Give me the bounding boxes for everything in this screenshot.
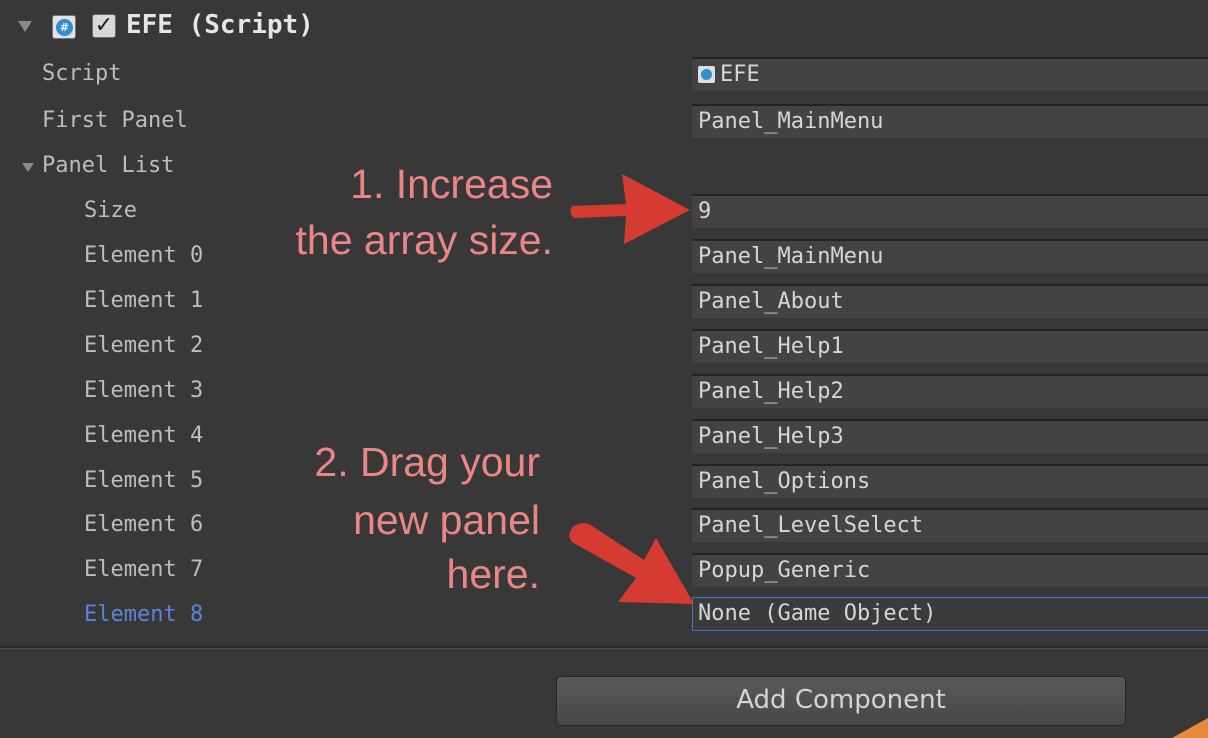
component-header[interactable]: # ✓ EFE (Script) <box>0 0 1208 52</box>
element-0-field[interactable]: Panel_MainMenu <box>692 239 1208 273</box>
element-5-field[interactable]: Panel_Options <box>692 464 1208 498</box>
annotation-step-2-line-2: new panel <box>353 497 540 543</box>
field-label-first-panel: First Panel <box>42 108 188 133</box>
arrow-down-right-icon <box>569 523 694 604</box>
add-component-button[interactable]: Add Component <box>556 676 1126 726</box>
script-field-value: EFE <box>720 62 760 87</box>
panel-list-foldout-icon[interactable] <box>22 163 34 172</box>
component-enabled-checkbox[interactable]: ✓ <box>92 14 116 38</box>
annotation-step-1-line-2: the array size. <box>295 217 554 263</box>
element-2-field[interactable]: Panel_Help1 <box>692 329 1208 363</box>
field-label-element-5: Element 5 <box>84 468 204 493</box>
script-field[interactable]: EFE <box>692 57 1208 91</box>
field-label-panel-list[interactable]: Panel List <box>42 151 174 181</box>
field-label-element-0: Element 0 <box>84 243 204 268</box>
first-panel-field[interactable]: Panel_MainMenu <box>692 104 1208 138</box>
field-label-size: Size <box>84 198 137 223</box>
element-3-field[interactable]: Panel_Help2 <box>692 374 1208 408</box>
script-icon: # <box>52 15 76 39</box>
annotation-step-2-line-3: here. <box>446 551 540 597</box>
annotation-step-1-line-1: 1. Increase <box>350 161 553 207</box>
inspector-panel: # ✓ EFE (Script) Script EFE First Panel … <box>0 0 1208 738</box>
array-size-field[interactable]: 9 <box>692 194 1208 228</box>
arrow-right-icon <box>570 174 690 244</box>
field-label-script: Script <box>42 61 122 86</box>
field-label-element-3: Element 3 <box>84 378 204 403</box>
arrow-2-shape <box>569 523 694 604</box>
element-6-field[interactable]: Panel_LevelSelect <box>692 508 1208 542</box>
corner-accent-icon <box>1172 718 1208 738</box>
inspector-divider <box>0 646 1208 649</box>
field-label-element-4: Element 4 <box>84 423 204 448</box>
element-4-field[interactable]: Panel_Help3 <box>692 419 1208 453</box>
component-title: EFE (Script) <box>126 10 314 40</box>
annotation-step-2-line-1: 2. Drag your <box>314 439 540 485</box>
element-7-field[interactable]: Popup_Generic <box>692 553 1208 587</box>
element-8-field[interactable]: None (Game Object) <box>692 597 1208 631</box>
field-label-element-7: Element 7 <box>84 557 204 582</box>
field-label-element-6: Element 6 <box>84 512 204 537</box>
element-1-field[interactable]: Panel_About <box>692 284 1208 318</box>
arrow-1-shape <box>570 174 690 244</box>
script-mini-icon <box>698 66 715 83</box>
foldout-arrow-icon[interactable] <box>18 21 32 32</box>
field-label-element-1: Element 1 <box>84 288 204 313</box>
field-label-element-8: Element 8 <box>84 602 204 627</box>
field-label-element-2: Element 2 <box>84 333 204 358</box>
